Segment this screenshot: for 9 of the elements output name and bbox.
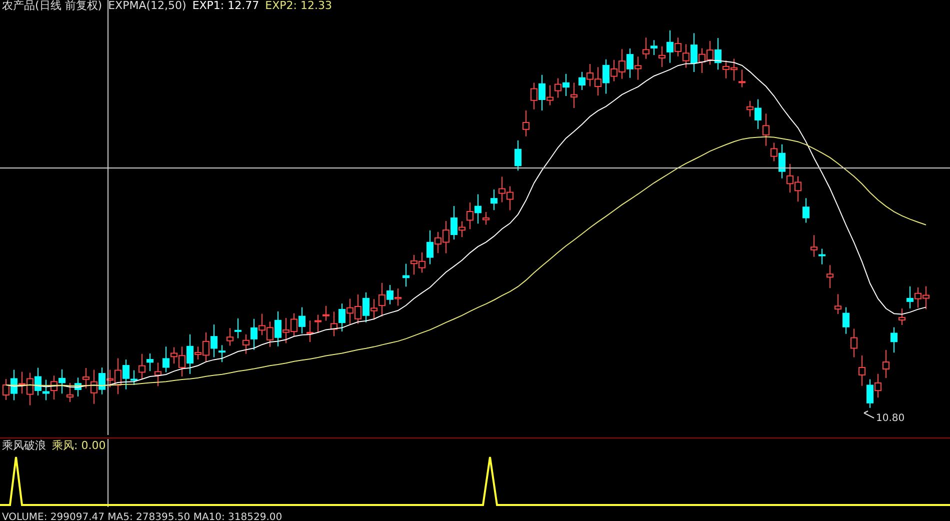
arrow-icon [864, 410, 874, 418]
indicator-name: EXPMA(12,50) [108, 0, 186, 12]
chart-title: 农产品(日线 前复权) [2, 0, 102, 12]
low-price-label: 10.80 [876, 413, 905, 424]
indicator-title: 乘风破浪 [2, 440, 46, 452]
indicator-reading: 乘风: 0.00 [52, 440, 106, 452]
indicator-reading: EXP2: 12.33 [265, 0, 332, 12]
volume-readout: VOLUME: 299097.47 MA5: 278395.50 MA10: 318529.00 [1, 511, 284, 521]
indicator-reading: EXP1: 12.77 [192, 0, 260, 12]
